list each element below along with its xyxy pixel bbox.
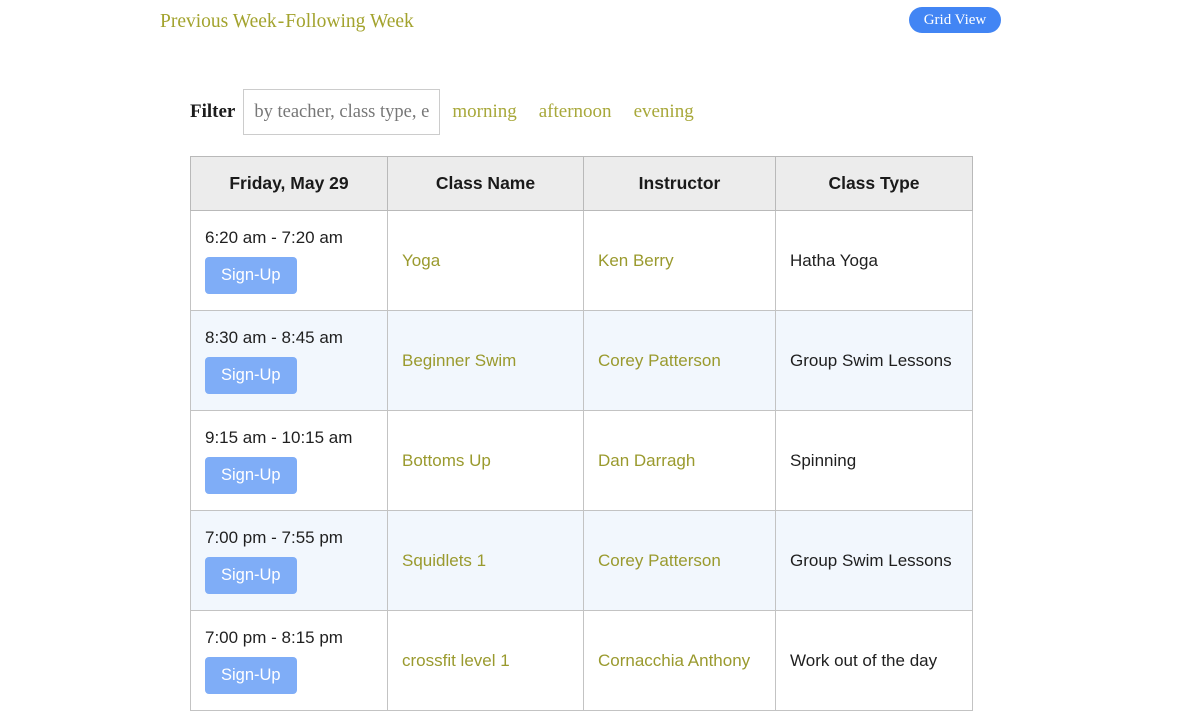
filter-bar: Filter morning afternoon evening [190, 89, 694, 135]
class-name-cell: Beginner Swim [388, 311, 584, 411]
class-time-cell: 7:00 pm - 7:55 pm Sign-Up [191, 511, 388, 611]
class-name-link[interactable]: crossfit level 1 [402, 651, 510, 670]
column-header-date: Friday, May 29 [191, 157, 388, 211]
week-navigation: Previous Week-Following Week [160, 10, 414, 34]
following-week-link[interactable]: Following Week [285, 11, 414, 32]
filter-afternoon-link[interactable]: afternoon [539, 89, 612, 135]
time-of-day-links: morning afternoon evening [452, 89, 693, 135]
class-name-link[interactable]: Squidlets 1 [402, 551, 486, 570]
class-type-cell: Work out of the day [776, 611, 973, 711]
table-header-row: Friday, May 29 Class Name Instructor Cla… [191, 157, 973, 211]
class-time: 8:30 am - 8:45 am [205, 327, 373, 349]
instructor-cell: Corey Patterson [584, 311, 776, 411]
sign-up-button[interactable]: Sign-Up [205, 557, 297, 594]
class-time-cell: 7:00 pm - 8:15 pm Sign-Up [191, 611, 388, 711]
class-time: 6:20 am - 7:20 am [205, 227, 373, 249]
class-name-cell: crossfit level 1 [388, 611, 584, 711]
class-name-cell: Yoga [388, 211, 584, 311]
instructor-link[interactable]: Dan Darragh [598, 451, 695, 470]
class-time: 7:00 pm - 8:15 pm [205, 627, 373, 649]
table-row: 7:00 pm - 7:55 pm Sign-Up Squidlets 1 Co… [191, 511, 973, 611]
column-header-class-name: Class Name [388, 157, 584, 211]
previous-week-link[interactable]: Previous Week [160, 11, 277, 32]
filter-input[interactable] [243, 89, 440, 135]
class-name-link[interactable]: Bottoms Up [402, 451, 491, 470]
instructor-link[interactable]: Corey Patterson [598, 351, 721, 370]
class-name-link[interactable]: Yoga [402, 251, 440, 270]
class-name-link[interactable]: Beginner Swim [402, 351, 516, 370]
table-header: Friday, May 29 Class Name Instructor Cla… [191, 157, 973, 211]
class-type-cell: Group Swim Lessons [776, 511, 973, 611]
class-type: Group Swim Lessons [790, 351, 952, 370]
week-nav-separator: - [277, 11, 286, 32]
table-row: 8:30 am - 8:45 am Sign-Up Beginner Swim … [191, 311, 973, 411]
instructor-link[interactable]: Ken Berry [598, 251, 674, 270]
class-type: Group Swim Lessons [790, 551, 952, 570]
class-time: 7:00 pm - 7:55 pm [205, 527, 373, 549]
sign-up-button[interactable]: Sign-Up [205, 457, 297, 494]
instructor-cell: Ken Berry [584, 211, 776, 311]
class-type: Spinning [790, 451, 856, 470]
class-type-cell: Group Swim Lessons [776, 311, 973, 411]
filter-evening-link[interactable]: evening [634, 89, 694, 135]
table-row: 6:20 am - 7:20 am Sign-Up Yoga Ken Berry… [191, 211, 973, 311]
class-name-cell: Bottoms Up [388, 411, 584, 511]
instructor-cell: Dan Darragh [584, 411, 776, 511]
instructor-cell: Corey Patterson [584, 511, 776, 611]
sign-up-button[interactable]: Sign-Up [205, 657, 297, 694]
table-row: 7:00 pm - 8:15 pm Sign-Up crossfit level… [191, 611, 973, 711]
filter-label: Filter [190, 89, 235, 135]
grid-view-button[interactable]: Grid View [909, 7, 1001, 33]
sign-up-button[interactable]: Sign-Up [205, 357, 297, 394]
class-time: 9:15 am - 10:15 am [205, 427, 373, 449]
class-type: Work out of the day [790, 651, 937, 670]
table-body: 6:20 am - 7:20 am Sign-Up Yoga Ken Berry… [191, 211, 973, 711]
table-row: 9:15 am - 10:15 am Sign-Up Bottoms Up Da… [191, 411, 973, 511]
filter-morning-link[interactable]: morning [452, 89, 516, 135]
column-header-class-type: Class Type [776, 157, 973, 211]
class-type-cell: Hatha Yoga [776, 211, 973, 311]
class-name-cell: Squidlets 1 [388, 511, 584, 611]
instructor-link[interactable]: Corey Patterson [598, 551, 721, 570]
instructor-link[interactable]: Cornacchia Anthony [598, 651, 750, 670]
class-type: Hatha Yoga [790, 251, 878, 270]
instructor-cell: Cornacchia Anthony [584, 611, 776, 711]
schedule-table-container: Friday, May 29 Class Name Instructor Cla… [190, 156, 972, 711]
class-time-cell: 9:15 am - 10:15 am Sign-Up [191, 411, 388, 511]
class-type-cell: Spinning [776, 411, 973, 511]
class-time-cell: 6:20 am - 7:20 am Sign-Up [191, 211, 388, 311]
column-header-instructor: Instructor [584, 157, 776, 211]
sign-up-button[interactable]: Sign-Up [205, 257, 297, 294]
top-bar: Previous Week-Following Week Grid View [0, 0, 1200, 40]
class-time-cell: 8:30 am - 8:45 am Sign-Up [191, 311, 388, 411]
schedule-table: Friday, May 29 Class Name Instructor Cla… [190, 156, 973, 711]
